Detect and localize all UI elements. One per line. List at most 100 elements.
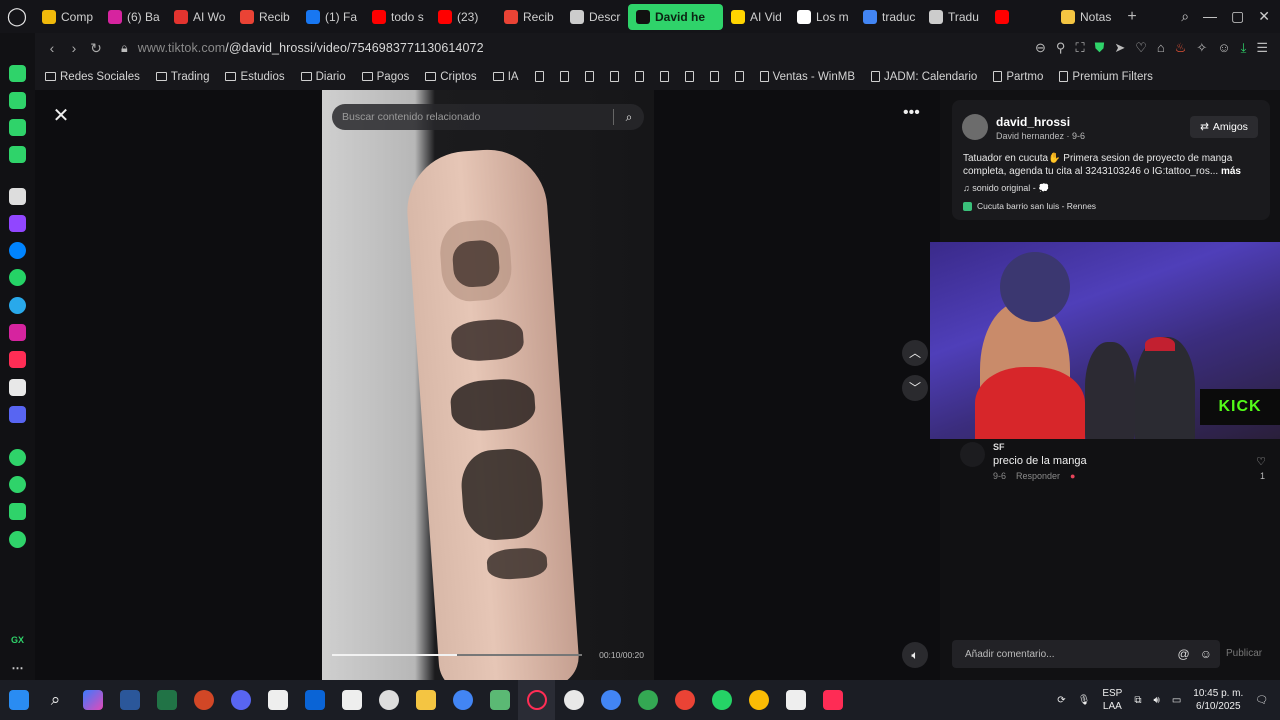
author-username[interactable]: david_hrossi	[996, 115, 1070, 129]
ai-icon[interactable]	[9, 92, 26, 109]
bookmark-item[interactable]	[734, 71, 744, 82]
bookmark-item[interactable]: Estudios	[225, 71, 285, 83]
new-tab-button[interactable]: +	[1119, 8, 1145, 26]
heart-icon[interactable]: ♡	[1252, 455, 1270, 468]
history-icon[interactable]	[9, 476, 26, 493]
send-icon[interactable]: ➤	[1114, 40, 1125, 56]
language-indicator[interactable]: ESP LAA	[1102, 687, 1122, 713]
tab-14[interactable]	[987, 4, 1053, 30]
excel-icon[interactable]	[148, 680, 185, 720]
comment-username[interactable]: SF	[993, 442, 1005, 452]
tab-13[interactable]: Tradu	[921, 4, 987, 30]
tiktok-taskbar-icon[interactable]	[814, 680, 851, 720]
maximize-icon[interactable]: ▢	[1231, 8, 1244, 25]
outlook-icon[interactable]	[296, 680, 333, 720]
microphone-icon[interactable]: 🎙︎	[1078, 695, 1091, 706]
bookmark-item[interactable]	[634, 71, 644, 82]
recycle-icon[interactable]	[481, 680, 518, 720]
powerpoint-icon[interactable]	[185, 680, 222, 720]
chrome-profile-icon-2[interactable]	[629, 680, 666, 720]
zoom-out-icon[interactable]: ⊖	[1035, 40, 1046, 56]
tab-4[interactable]: (1) Fa	[298, 4, 364, 30]
speaker-icon[interactable]: 🔊︎	[1154, 695, 1160, 706]
instagram-icon[interactable]	[9, 324, 26, 341]
pin-icon[interactable]: ⚲	[1056, 40, 1066, 56]
comment-avatar[interactable]	[960, 442, 985, 467]
video-progress-bar[interactable]	[332, 654, 582, 656]
bookmark-item[interactable]	[534, 71, 544, 82]
chrome-profile-icon-3[interactable]	[666, 680, 703, 720]
capcut-icon-2[interactable]	[777, 680, 814, 720]
notifications-icon[interactable]: 🗨︎	[1255, 695, 1268, 706]
reply-button[interactable]: Responder	[1016, 471, 1060, 481]
word-icon[interactable]	[111, 680, 148, 720]
bookmark-item[interactable]: Premium Filters	[1059, 71, 1153, 83]
chrome-icon[interactable]	[444, 680, 481, 720]
telegram-icon[interactable]	[9, 297, 26, 314]
bookmark-item[interactable]	[684, 71, 694, 82]
mention-icon[interactable]: @	[1178, 647, 1190, 661]
discord-taskbar-icon[interactable]	[222, 680, 259, 720]
gx-icon[interactable]: GX	[9, 631, 26, 648]
search-icon[interactable]: ⌕	[614, 110, 644, 125]
file-explorer-icon[interactable]	[407, 680, 444, 720]
bookmark-item[interactable]: Trading	[155, 71, 209, 83]
fire-icon[interactable]: ♨	[1175, 40, 1187, 56]
location-link[interactable]: Cucuta barrio san luis - Rennes	[963, 201, 1096, 211]
url-field[interactable]: 🔒︎ www.tiktok.com/@david_hrossi/video/754…	[121, 41, 484, 56]
reload-icon[interactable]: ↻	[85, 40, 107, 57]
bookmark-item[interactable]: Ventas - WinMB	[759, 71, 855, 83]
more-link[interactable]: más	[1221, 166, 1241, 177]
music-icon[interactable]	[9, 146, 26, 163]
video-player[interactable]: Buscar contenido relacionado ⌕ 00:10/00:…	[322, 90, 654, 680]
tab-5[interactable]: todo s	[364, 4, 430, 30]
discord-icon[interactable]	[9, 406, 26, 423]
profile-icon[interactable]: ☺	[1217, 40, 1230, 56]
tab-7[interactable]: Recib	[496, 4, 562, 30]
tiktok-icon[interactable]	[9, 351, 26, 368]
previous-video-icon[interactable]: ︿	[902, 340, 928, 366]
tradingview-icon[interactable]	[333, 680, 370, 720]
bookmark-item[interactable]	[659, 71, 669, 82]
messenger-icon[interactable]	[9, 242, 26, 259]
tab-1[interactable]: (6) Ba	[100, 4, 166, 30]
whatsapp-taskbar-icon[interactable]	[703, 680, 740, 720]
more-options-icon[interactable]: •••	[903, 104, 920, 122]
forward-icon[interactable]: ›	[63, 40, 85, 56]
twitch-icon[interactable]	[9, 215, 26, 232]
shield-icon[interactable]: ⛊	[1095, 40, 1105, 56]
related-search-bar[interactable]: Buscar contenido relacionado ⌕	[332, 104, 644, 130]
bookmark-item[interactable]: Partmo	[993, 71, 1043, 83]
tab-9[interactable]: David he	[628, 3, 723, 30]
bookmark-item[interactable]	[584, 71, 594, 82]
comment-input[interactable]: Añadir comentario... @ ☺	[952, 640, 1220, 668]
close-viewer-button[interactable]: ✕	[50, 105, 72, 127]
stack-icon[interactable]	[9, 119, 26, 136]
tab-2[interactable]: AI Wo	[166, 4, 232, 30]
bookmark-item[interactable]: Pagos	[361, 71, 409, 83]
battery-icon[interactable]: ▭	[1172, 695, 1181, 706]
next-video-icon[interactable]: ﹀	[902, 375, 928, 401]
bookmark-item[interactable]	[609, 71, 619, 82]
download-icon[interactable]: ⤓	[1241, 40, 1247, 56]
tab-0[interactable]: Comp	[34, 4, 100, 30]
aria-icon[interactable]	[9, 188, 26, 205]
tab-10[interactable]: AI Vid	[723, 4, 789, 30]
network-icon[interactable]: ⧉	[1134, 695, 1141, 706]
tab-8[interactable]: Descr	[562, 4, 628, 30]
more-icon[interactable]: ⋯	[9, 659, 26, 676]
bookmark-item[interactable]: Criptos	[425, 71, 477, 83]
bookmark-item[interactable]: Diario	[300, 71, 346, 83]
tab-15[interactable]: Notas	[1053, 4, 1119, 30]
app-icon[interactable]	[370, 680, 407, 720]
start-button[interactable]	[0, 680, 37, 720]
refresh-icon[interactable]	[9, 65, 26, 82]
emoji-icon[interactable]: ☺	[1200, 647, 1212, 661]
clock[interactable]: 10:45 p. m. 6/10/2025	[1193, 687, 1243, 713]
tab-12[interactable]: traduc	[855, 4, 921, 30]
capcut-icon[interactable]	[259, 680, 296, 720]
x-icon[interactable]	[9, 379, 26, 396]
bookmark-item[interactable]	[559, 71, 569, 82]
avatar[interactable]	[962, 114, 988, 140]
sync-icon[interactable]: ⟳	[1057, 695, 1065, 706]
